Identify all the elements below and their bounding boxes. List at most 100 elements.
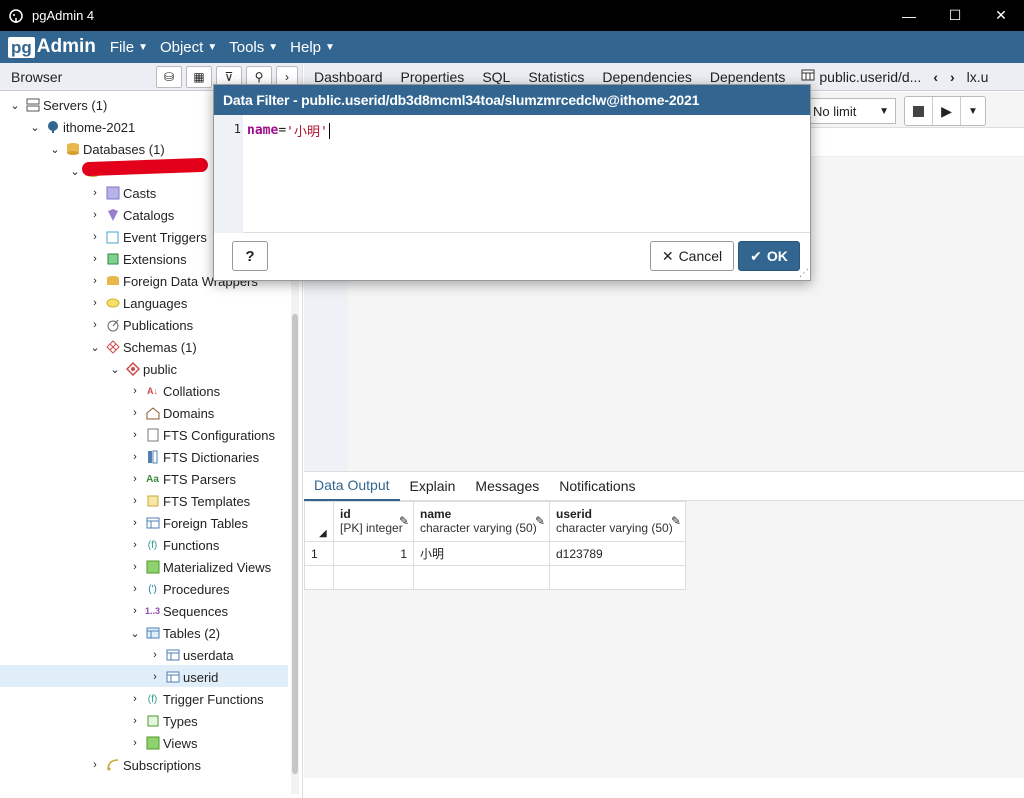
chevron-right-icon[interactable]: › <box>88 297 102 309</box>
chevron-right-icon[interactable]: › <box>128 385 142 397</box>
chevron-right-icon[interactable]: › <box>128 715 142 727</box>
chevron-down-icon[interactable]: ⌄ <box>48 143 62 156</box>
chevron-right-icon[interactable]: › <box>128 737 142 749</box>
tree-item-trigger-functions[interactable]: › (f) Trigger Functions <box>128 688 264 710</box>
tab-notifications[interactable]: Notifications <box>549 472 645 501</box>
chevron-down-icon[interactable]: ⌄ <box>68 165 82 178</box>
chevron-right-icon[interactable]: › <box>88 187 102 199</box>
chevron-right-icon[interactable]: › <box>128 517 142 529</box>
table-row-empty[interactable] <box>304 565 686 590</box>
maximize-button[interactable]: ☐ <box>932 0 978 31</box>
chevron-right-icon[interactable]: › <box>88 231 102 243</box>
cell-name[interactable]: 小明 <box>413 541 550 566</box>
tab-prev-button[interactable]: ‹ <box>933 69 938 85</box>
tab-data-output[interactable]: Data Output <box>304 472 400 501</box>
ok-button[interactable]: ✔ OK <box>738 241 800 271</box>
row-number[interactable] <box>304 565 334 590</box>
chevron-right-icon[interactable]: › <box>128 473 142 485</box>
table-row[interactable]: 1 1 小明 d123789 <box>304 541 686 566</box>
tab-next-button[interactable]: › <box>950 69 955 85</box>
chevron-down-icon[interactable]: ⌄ <box>128 627 142 640</box>
chevron-right-icon[interactable]: › <box>128 495 142 507</box>
chevron-right-icon[interactable]: › <box>88 209 102 221</box>
tree-item-server[interactable]: ⌄ ithome-2021 <box>28 116 135 138</box>
execute-button[interactable]: ▶ <box>933 97 961 125</box>
tree-item-fts-templates[interactable]: › FTS Templates <box>128 490 250 512</box>
cell-name[interactable] <box>413 565 550 590</box>
close-window-button[interactable]: ✕ <box>978 0 1024 31</box>
cancel-button[interactable]: ✕ Cancel <box>650 241 734 271</box>
chevron-right-icon[interactable]: › <box>148 671 162 683</box>
tree-item-event-triggers[interactable]: › Event Triggers <box>88 226 207 248</box>
chevron-right-icon[interactable]: › <box>88 759 102 771</box>
cell-id[interactable]: 1 <box>333 541 414 566</box>
tab-messages[interactable]: Messages <box>465 472 549 501</box>
tree-item-views[interactable]: › Views <box>128 732 197 754</box>
tree-item-fts-configurations[interactable]: › FTS Configurations <box>128 424 275 446</box>
filter-code-line[interactable]: name = '小明' <box>247 121 330 140</box>
resize-grip-icon[interactable]: ⋰ <box>799 268 809 279</box>
tab-sql[interactable]: SQL <box>482 69 510 85</box>
tree-item-functions[interactable]: › (f) Functions <box>128 534 219 556</box>
chevron-right-icon[interactable]: › <box>128 539 142 551</box>
tab-dashboard[interactable]: Dashboard <box>314 69 383 85</box>
chevron-right-icon[interactable]: › <box>88 275 102 287</box>
row-number[interactable]: 1 <box>304 541 334 566</box>
tab-query-userid[interactable]: public.userid/d... <box>801 68 921 85</box>
tree-item-fts-dictionaries[interactable]: › FTS Dictionaries <box>128 446 259 468</box>
query-tool-button[interactable]: ⛁ <box>156 65 182 88</box>
tab-dependents[interactable]: Dependents <box>710 69 786 85</box>
tree-item-collations[interactable]: › A↓ Collations <box>128 380 220 402</box>
dialog-title[interactable]: Data Filter - public.userid/db3d8mcml34t… <box>214 85 810 115</box>
chevron-down-icon[interactable]: ⌄ <box>88 341 102 354</box>
tree-item-foreign-tables[interactable]: › Foreign Tables <box>128 512 248 534</box>
menu-file[interactable]: File ▼ <box>110 39 148 56</box>
chevron-right-icon[interactable]: › <box>128 693 142 705</box>
tree-item-sequences[interactable]: › 1..3 Sequences <box>128 600 228 622</box>
tab-dependencies[interactable]: Dependencies <box>602 69 692 85</box>
tree-item-servers[interactable]: ⌄ Servers (1) <box>8 94 107 116</box>
cell-id[interactable] <box>333 565 414 590</box>
menu-object[interactable]: Object ▼ <box>160 39 217 56</box>
tree-item-table-userdata[interactable]: › userdata <box>148 644 233 666</box>
chevron-right-icon[interactable]: › <box>128 407 142 419</box>
tree-item-public[interactable]: ⌄ public <box>108 358 177 380</box>
tree-item-fts-parsers[interactable]: › Aa FTS Parsers <box>128 468 236 490</box>
chevron-right-icon[interactable]: › <box>128 583 142 595</box>
minimize-button[interactable]: — <box>886 0 932 31</box>
chevron-right-icon[interactable]: › <box>128 605 142 617</box>
tab-overflow[interactable]: lx.u <box>967 69 989 85</box>
tree-item-procedures[interactable]: › (') Procedures <box>128 578 229 600</box>
column-header-id[interactable]: id [PK] integer ✎ <box>333 501 414 542</box>
tree-item-databases[interactable]: ⌄ Databases (1) <box>48 138 164 160</box>
chevron-right-icon[interactable]: › <box>148 649 162 661</box>
tree-item-schemas[interactable]: ⌄ Schemas (1) <box>88 336 196 358</box>
tree-item-subscriptions[interactable]: › Subscriptions <box>88 754 201 776</box>
chevron-right-icon[interactable]: › <box>88 319 102 331</box>
grid-corner[interactable]: ◢ <box>304 501 334 542</box>
view-data-button[interactable]: ▦ <box>186 65 212 88</box>
tree-item-domains[interactable]: › Domains <box>128 402 214 424</box>
tree-item-types[interactable]: › Types <box>128 710 198 732</box>
tree-item-publications[interactable]: › Publications <box>88 314 193 336</box>
cell-userid[interactable] <box>549 565 686 590</box>
chevron-right-icon[interactable]: › <box>128 561 142 573</box>
tree-item-table-userid[interactable]: › userid <box>148 666 218 688</box>
chevron-down-icon[interactable]: ⌄ <box>108 363 122 376</box>
chevron-right-icon[interactable]: › <box>128 429 142 441</box>
chevron-right-icon[interactable]: › <box>88 253 102 265</box>
chevron-down-icon[interactable]: ⌄ <box>8 99 22 112</box>
column-header-name[interactable]: name character varying (50) ✎ <box>413 501 550 542</box>
execute-options-button[interactable]: ▼ <box>961 97 985 125</box>
tree-item-tables[interactable]: ⌄ Tables (2) <box>128 622 220 644</box>
column-header-userid[interactable]: userid character varying (50) ✎ <box>549 501 686 542</box>
tree-item-languages[interactable]: › Languages <box>88 292 187 314</box>
tree-item-catalogs[interactable]: › Catalogs <box>88 204 174 226</box>
filter-editor[interactable]: 1 name = '小明' <box>214 115 810 233</box>
cell-userid[interactable]: d123789 <box>549 541 686 566</box>
tree-item-materialized-views[interactable]: › Materialized Views <box>128 556 271 578</box>
tab-properties[interactable]: Properties <box>401 69 465 85</box>
tab-explain[interactable]: Explain <box>400 472 466 501</box>
row-limit-select[interactable]: No limit ▼ <box>806 98 896 124</box>
menu-tools[interactable]: Tools ▼ <box>229 39 278 56</box>
